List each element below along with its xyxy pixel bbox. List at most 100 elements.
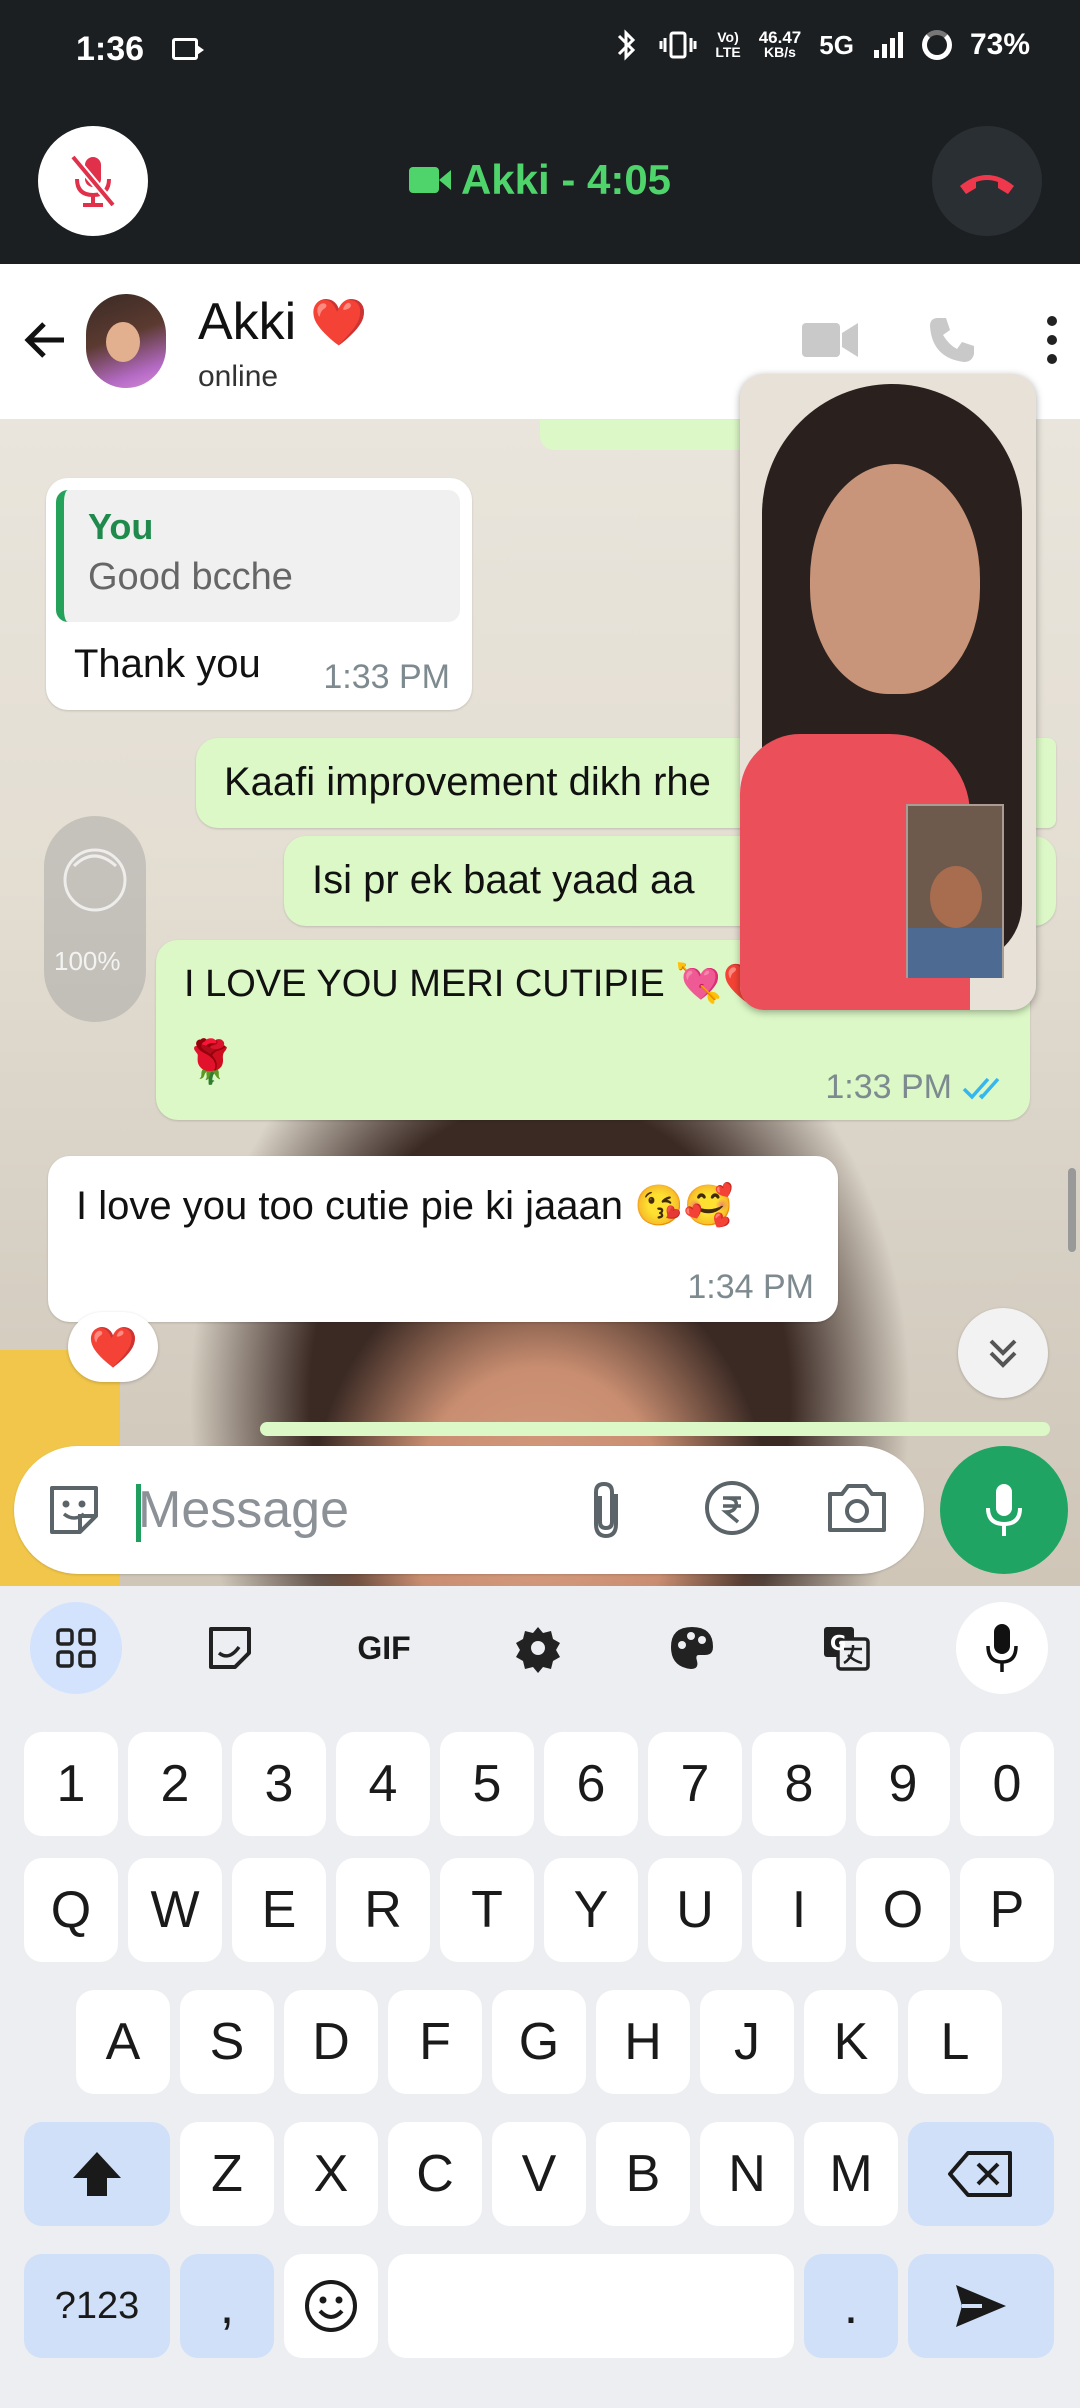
palette-icon — [671, 1627, 713, 1669]
network-speed-value: 46.47 — [758, 28, 802, 47]
contact-avatar[interactable] — [86, 294, 166, 388]
key-d[interactable]: D — [284, 1990, 378, 2094]
scrollbar-thumb[interactable] — [1068, 1168, 1076, 1252]
key-1[interactable]: 1 — [24, 1732, 118, 1836]
soft-keyboard: GIF G 1 2 3 4 5 6 7 8 9 0 Q W E R T Y U … — [0, 1586, 1080, 2408]
message-bubble-incoming[interactable]: You Good bcche Thank you 1:33 PM — [46, 478, 472, 710]
camera-icon[interactable] — [826, 1480, 888, 1534]
key-h[interactable]: H — [596, 1990, 690, 2094]
key-6[interactable]: 6 — [544, 1732, 638, 1836]
key-8[interactable]: 8 — [752, 1732, 846, 1836]
space-key[interactable] — [388, 2254, 794, 2358]
symbols-key[interactable]: ?123 — [24, 2254, 170, 2358]
phone-icon[interactable] — [926, 314, 978, 366]
key-m[interactable]: M — [804, 2122, 898, 2226]
screen-record-icon — [172, 38, 204, 60]
quote-text: Good bcche — [88, 556, 293, 598]
key-o[interactable]: O — [856, 1858, 950, 1962]
key-p[interactable]: P — [960, 1858, 1054, 1962]
key-n[interactable]: N — [700, 2122, 794, 2226]
contact-name-text: Akki — [198, 293, 297, 351]
quote-author: You — [88, 506, 154, 547]
key-w[interactable]: W — [128, 1858, 222, 1962]
key-t[interactable]: T — [440, 1858, 534, 1962]
backspace-key[interactable] — [908, 2122, 1054, 2226]
message-input[interactable] — [138, 1476, 538, 1544]
theme-button[interactable] — [646, 1602, 738, 1694]
volte-indicator: Vo) LTE — [715, 30, 740, 60]
key-z[interactable]: Z — [180, 2122, 274, 2226]
video-call-preview[interactable] — [740, 374, 1036, 1010]
key-x[interactable]: X — [284, 2122, 378, 2226]
apps-grid-button[interactable] — [30, 1602, 122, 1694]
self-view-video[interactable] — [906, 804, 1004, 978]
header-actions — [800, 314, 1060, 366]
key-v[interactable]: V — [492, 2122, 586, 2226]
shift-key[interactable] — [24, 2122, 170, 2226]
key-9[interactable]: 9 — [856, 1732, 950, 1836]
key-4[interactable]: 4 — [336, 1732, 430, 1836]
volte-bottom: LTE — [715, 44, 741, 60]
key-a[interactable]: A — [76, 1990, 170, 2094]
message-text: Thank you — [74, 642, 261, 686]
gif-button[interactable]: GIF — [338, 1602, 430, 1694]
voice-typing-button[interactable] — [956, 1602, 1048, 1694]
gif-label: GIF — [357, 1629, 411, 1666]
key-c[interactable]: C — [388, 2122, 482, 2226]
message-time: 1:34 PM — [687, 1268, 814, 1306]
period-key[interactable]: . — [804, 2254, 898, 2358]
key-3[interactable]: 3 — [232, 1732, 326, 1836]
gear-icon — [516, 1627, 560, 1673]
scroll-to-bottom-button[interactable] — [958, 1308, 1048, 1398]
end-call-button[interactable] — [932, 126, 1042, 236]
key-5[interactable]: 5 — [440, 1732, 534, 1836]
back-button[interactable] — [20, 314, 72, 371]
key-y[interactable]: Y — [544, 1858, 638, 1962]
double-chevron-down-icon — [989, 1339, 1017, 1368]
call-title[interactable]: Akki - 4:05 — [0, 156, 1080, 204]
message-text: Kaafi improvement dikh rhe — [224, 760, 711, 804]
sticker-icon[interactable] — [44, 1480, 104, 1540]
key-q[interactable]: Q — [24, 1858, 118, 1962]
key-g[interactable]: G — [492, 1990, 586, 2094]
message-bubble-incoming[interactable]: I love you too cutie pie ki jaaan 😘🥰 1:3… — [48, 1156, 838, 1322]
paperclip-icon[interactable] — [586, 1478, 630, 1542]
bluetooth-icon — [618, 29, 636, 61]
send-key[interactable] — [908, 2254, 1054, 2358]
key-i[interactable]: I — [752, 1858, 846, 1962]
message-time: 1:33 PM — [825, 1068, 952, 1106]
payment-rupee-icon[interactable] — [702, 1478, 762, 1538]
keyboard-toolbar: GIF G — [0, 1586, 1080, 1706]
voice-message-button[interactable] — [940, 1446, 1068, 1574]
key-2[interactable]: 2 — [128, 1732, 222, 1836]
key-k[interactable]: K — [804, 1990, 898, 2094]
comma-key[interactable]: , — [180, 2254, 274, 2358]
settings-button[interactable] — [492, 1602, 584, 1694]
emoji-key[interactable] — [284, 2254, 378, 2358]
contact-name[interactable]: Akki ❤️ — [198, 292, 368, 352]
key-j[interactable]: J — [700, 1990, 794, 2094]
quoted-reply[interactable]: You Good bcche — [56, 490, 460, 622]
key-l[interactable]: L — [908, 1990, 1002, 2094]
key-s[interactable]: S — [180, 1990, 274, 2094]
rose-emoji: 🌹 — [184, 1038, 237, 1085]
more-options-icon[interactable] — [1044, 315, 1060, 365]
mic-icon — [986, 1624, 1018, 1672]
sticker-button[interactable] — [184, 1602, 276, 1694]
key-u[interactable]: U — [648, 1858, 742, 1962]
message-input-pill[interactable] — [14, 1446, 924, 1574]
key-7[interactable]: 7 — [648, 1732, 742, 1836]
video-call-header-icon[interactable] — [800, 317, 860, 363]
battery-icon — [921, 30, 952, 60]
ongoing-call-bar[interactable]: Akki - 4:05 — [0, 100, 1080, 264]
status-bar: 1:36 Vo) LTE 46.47 KB/s 5G 73% — [0, 0, 1080, 100]
key-e[interactable]: E — [232, 1858, 326, 1962]
battery-percent: 73% — [969, 28, 1030, 61]
key-r[interactable]: R — [336, 1858, 430, 1962]
key-b[interactable]: B — [596, 2122, 690, 2226]
key-0[interactable]: 0 — [960, 1732, 1054, 1836]
message-reaction[interactable]: ❤️ — [68, 1312, 158, 1382]
call-title-text: Akki - 4:05 — [460, 156, 672, 203]
key-f[interactable]: F — [388, 1990, 482, 2094]
translate-button[interactable]: G — [800, 1602, 892, 1694]
